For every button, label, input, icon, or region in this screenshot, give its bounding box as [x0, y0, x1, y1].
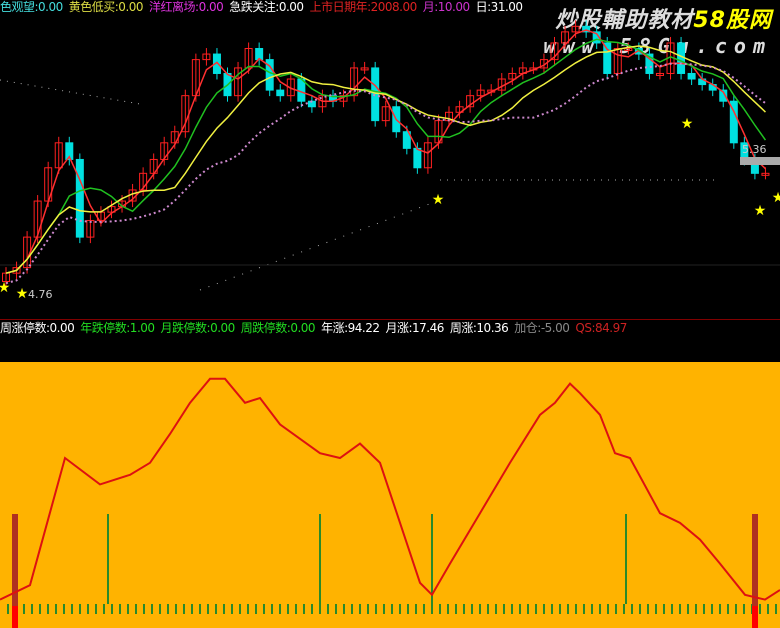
- candle: [603, 42, 612, 74]
- oscillator-line: [0, 377, 780, 601]
- star-icon: ★: [681, 116, 694, 132]
- star-icon: ★: [754, 203, 767, 219]
- indicator-1: 年跌停数:1.00: [80, 321, 155, 335]
- indicator-7: 加仓:-5.00: [514, 321, 570, 335]
- star-icon: ★: [16, 286, 29, 302]
- candle: [297, 78, 306, 102]
- ma-line-6: [5, 38, 767, 274]
- star-icon: ★: [772, 190, 780, 206]
- candle: [677, 42, 686, 74]
- candle: [413, 147, 422, 169]
- high-price-label: 5.36: [742, 143, 767, 156]
- candle: [687, 72, 696, 80]
- low-price-label: 4.76: [28, 288, 53, 301]
- price-marker: [740, 157, 780, 165]
- indicator-6: 周涨:10.36: [449, 321, 509, 335]
- guide-line: [0, 79, 141, 105]
- mid-indicator-bar: 周涨停数:0.00 年跌停数:1.00 月跌停数:0.00 周跌停数:0.00 年涨:9…: [0, 319, 780, 337]
- indicator-0: 周涨停数:0.00: [0, 321, 75, 335]
- strong-signal-base: [752, 606, 758, 628]
- ma-line-10: [5, 45, 766, 274]
- candle: [276, 89, 285, 97]
- indicator-5: 月涨:17.46: [385, 321, 444, 335]
- strong-signal-base: [12, 606, 18, 628]
- indicator-4: 年涨:94.22: [321, 321, 380, 335]
- guide-line: [199, 199, 441, 291]
- star-icon: ★: [0, 280, 10, 296]
- ma-line-16: [5, 62, 767, 285]
- price-chart[interactable]: ★ ★ ★ ★ ★ ★: [0, 0, 780, 318]
- candle: [75, 158, 84, 238]
- candle: [371, 67, 380, 122]
- star-icon: ★: [432, 192, 445, 208]
- indicator-8: QS:84.97: [575, 321, 627, 335]
- oscillator-panel[interactable]: [0, 362, 780, 628]
- indicator-3: 周跌停数:0.00: [240, 321, 316, 335]
- indicator-2: 月跌停数:0.00: [160, 321, 236, 335]
